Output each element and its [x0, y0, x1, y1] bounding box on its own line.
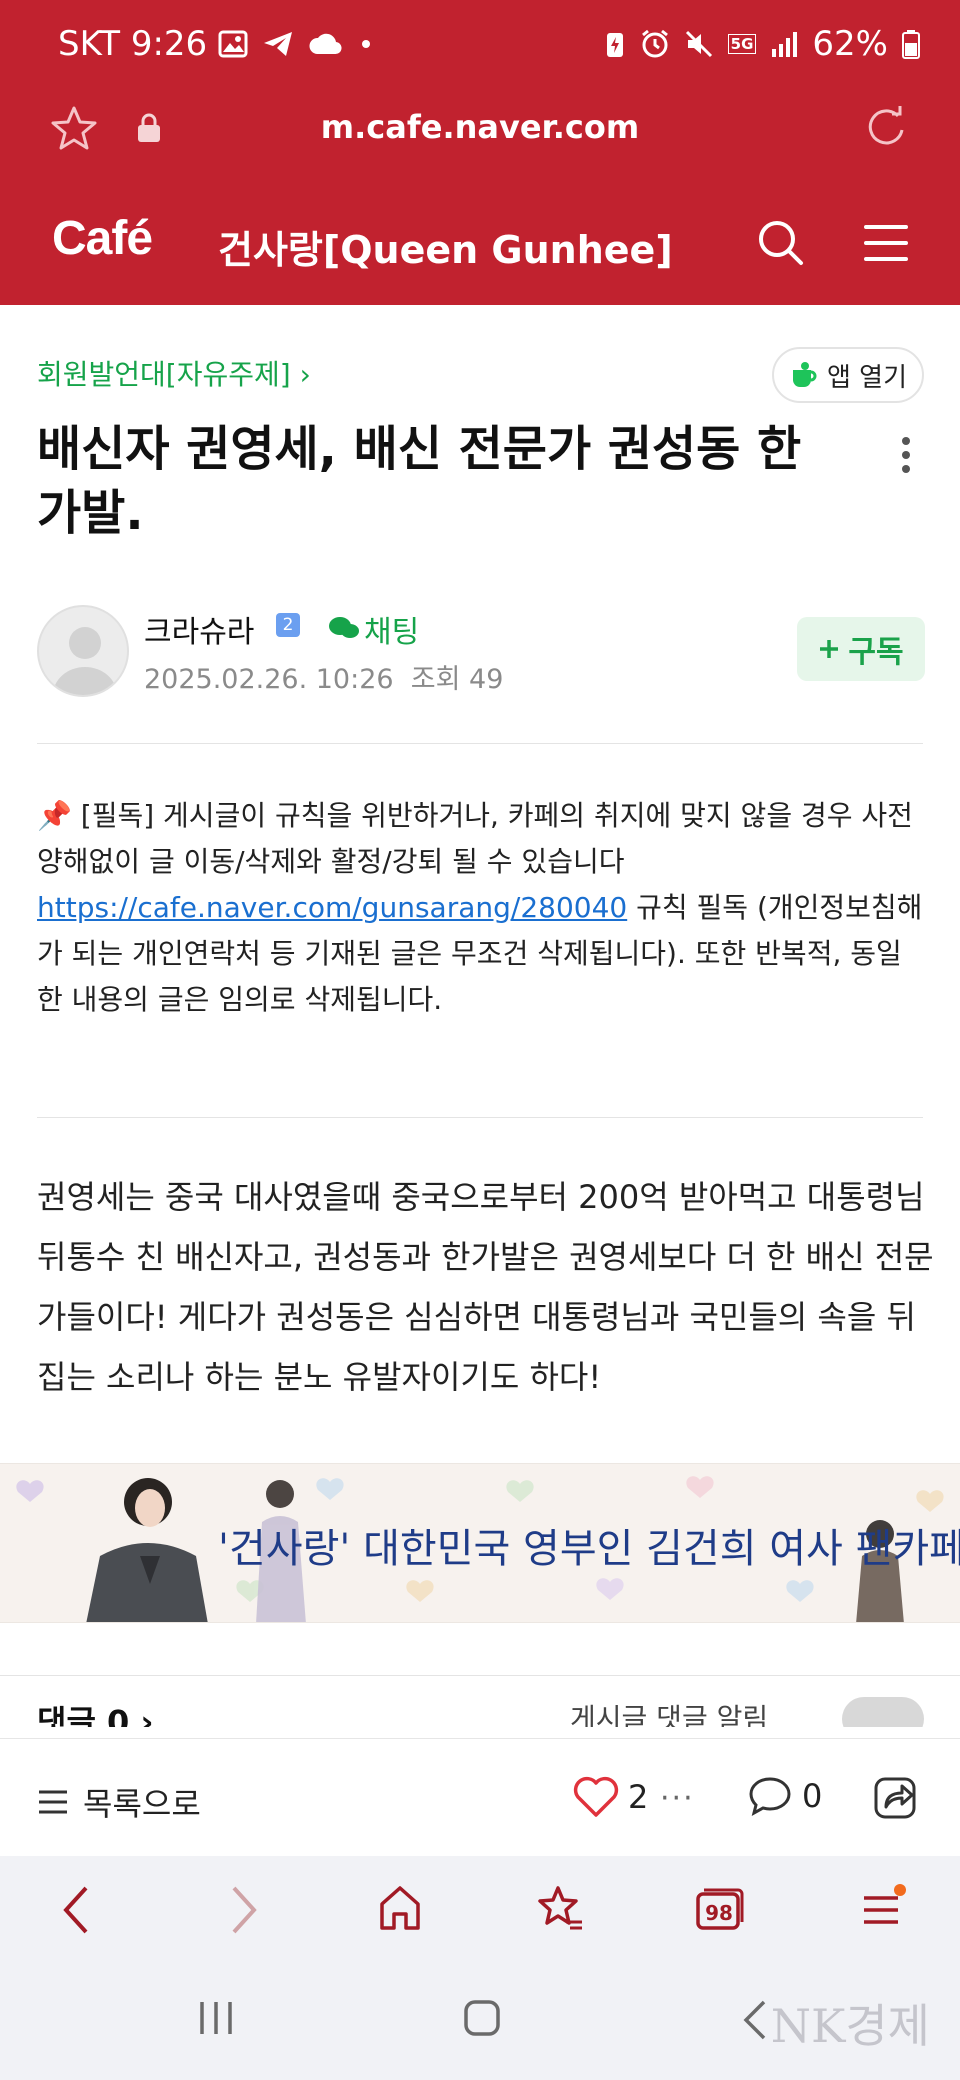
- banner-text: '건사랑' 대한민국 영부인 김건희 여사 팬카페: [218, 1526, 960, 1572]
- status-bar: SKT 9:26 5G 62%: [0, 0, 960, 90]
- plus-icon: [820, 640, 839, 658]
- post-meta: 2025.02.26. 10:26 조회 49: [144, 657, 503, 696]
- home-icon[interactable]: [378, 1884, 422, 1932]
- default-avatar-icon: [53, 627, 117, 695]
- notice-body: [필독] 게시글이 규칙을 위반하거나, 카페의 취지에 맞지 않을 경우 사전…: [37, 799, 913, 878]
- battery-saver-icon: [606, 33, 623, 57]
- alarm-icon: [641, 29, 668, 58]
- cafe-banner[interactable]: '건사랑' 대한민국 영부인 김건희 여사 팬카페: [0, 1463, 960, 1623]
- signal-icon: [772, 32, 798, 57]
- search-icon[interactable]: [755, 217, 807, 269]
- subscribe-button[interactable]: 구독: [797, 617, 925, 681]
- cafe-name[interactable]: 건사랑[Queen Gunhee]: [218, 219, 673, 274]
- back-to-list-button[interactable]: 목록으로: [37, 1779, 201, 1825]
- list-label: 목록으로: [83, 1785, 201, 1823]
- divider: [37, 1117, 923, 1118]
- chat-label: 채팅: [364, 615, 420, 650]
- author-avatar[interactable]: [37, 605, 129, 697]
- comment-count: 0: [802, 1777, 823, 1815]
- more-notifications-dot: [362, 40, 370, 48]
- notification-icons: [218, 30, 370, 58]
- comment-alert-label: 게시글 댓글 알림: [570, 1702, 769, 1727]
- heart-icon: [573, 1776, 619, 1817]
- browser-header: SKT 9:26 5G 62% m.cafe.naver.com Café 건사…: [0, 0, 960, 305]
- network-type: 5G: [727, 34, 757, 54]
- rules-link[interactable]: https://cafe.naver.com/gunsarang/280040: [37, 891, 627, 924]
- cafe-app-icon: [792, 362, 817, 387]
- system-indicators: 5G 62%: [604, 24, 920, 64]
- tabs-button[interactable]: 98: [696, 1886, 744, 1930]
- list-icon: [39, 1790, 67, 1814]
- bookmarks-icon[interactable]: [536, 1884, 584, 1932]
- status-time: SKT 9:26: [58, 24, 208, 64]
- divider: [37, 743, 923, 744]
- mute-icon: [685, 30, 712, 58]
- cloud-icon: [309, 33, 342, 55]
- post-views: 조회 49: [410, 664, 504, 695]
- comments-title[interactable]: 댓글 0 ›: [37, 1697, 154, 1727]
- board-link[interactable]: 회원발언대[자유주제] ›: [37, 353, 311, 393]
- like-count: 2: [628, 1778, 649, 1816]
- recent-apps-icon[interactable]: [196, 1998, 236, 2038]
- browser-menu-icon[interactable]: [858, 1884, 906, 1932]
- address-bar[interactable]: m.cafe.naver.com: [0, 90, 960, 180]
- chat-link[interactable]: 채팅: [328, 607, 419, 651]
- watermark: NK경제: [770, 1999, 930, 2053]
- cafe-logo[interactable]: Café: [52, 211, 153, 266]
- hamburger-menu-icon[interactable]: [864, 221, 908, 265]
- app-open-button[interactable]: 앱 열기: [772, 347, 924, 403]
- browser-toolbar: 98: [0, 1856, 960, 1964]
- post-body: 권영세는 중국 대사였을때 중국으로부터 200억 받아먹고 대통령님 뒤통수 …: [37, 1178, 934, 1396]
- comment-alert-toggle[interactable]: [842, 1697, 924, 1727]
- like-button[interactable]: 2: [572, 1775, 648, 1819]
- battery-icon: [902, 30, 920, 59]
- comments-header: 댓글 0 › 게시글 댓글 알림: [0, 1675, 960, 1727]
- back-arrow-icon[interactable]: [58, 1884, 94, 1936]
- forward-arrow-icon[interactable]: [226, 1884, 262, 1936]
- banner-portrait-main: [86, 1478, 208, 1622]
- home-button-icon[interactable]: [462, 1998, 502, 2038]
- tab-count: 98: [705, 1901, 733, 1925]
- chat-bubble-icon: [329, 617, 359, 638]
- battery-percent: 62%: [812, 24, 888, 64]
- comment-button[interactable]: 0: [748, 1775, 822, 1817]
- system-back-icon[interactable]: [740, 1998, 770, 2042]
- telegram-icon: [264, 32, 292, 56]
- app-open-label: 앱 열기: [826, 362, 908, 393]
- post-title: 배신자 권영세, 배신 전문가 권성동 한 가발.: [37, 421, 802, 541]
- pin-icon: 📌: [37, 799, 72, 832]
- cafe-header: Café 건사랑[Queen Gunhee]: [0, 195, 960, 295]
- post-action-bar: 목록으로 2 ··· 0: [0, 1738, 960, 1856]
- likers-more-button[interactable]: ···: [660, 1781, 695, 1816]
- member-level-badge: 2: [276, 613, 300, 637]
- share-icon[interactable]: [872, 1773, 920, 1821]
- more-options-icon[interactable]: [900, 435, 912, 475]
- notice-text: 📌 [필독] 게시글이 규칙을 위반하거나, 카페의 취지에 맞지 않을 경우 …: [37, 793, 927, 1023]
- gallery-icon: [218, 30, 248, 58]
- url-text[interactable]: m.cafe.naver.com: [0, 108, 960, 146]
- comment-bubble-icon: [749, 1777, 791, 1816]
- author-name[interactable]: 크라슈라: [144, 607, 254, 651]
- reload-icon[interactable]: [862, 104, 910, 152]
- post-date: 2025.02.26. 10:26: [144, 664, 394, 695]
- subscribe-label: 구독: [848, 635, 904, 670]
